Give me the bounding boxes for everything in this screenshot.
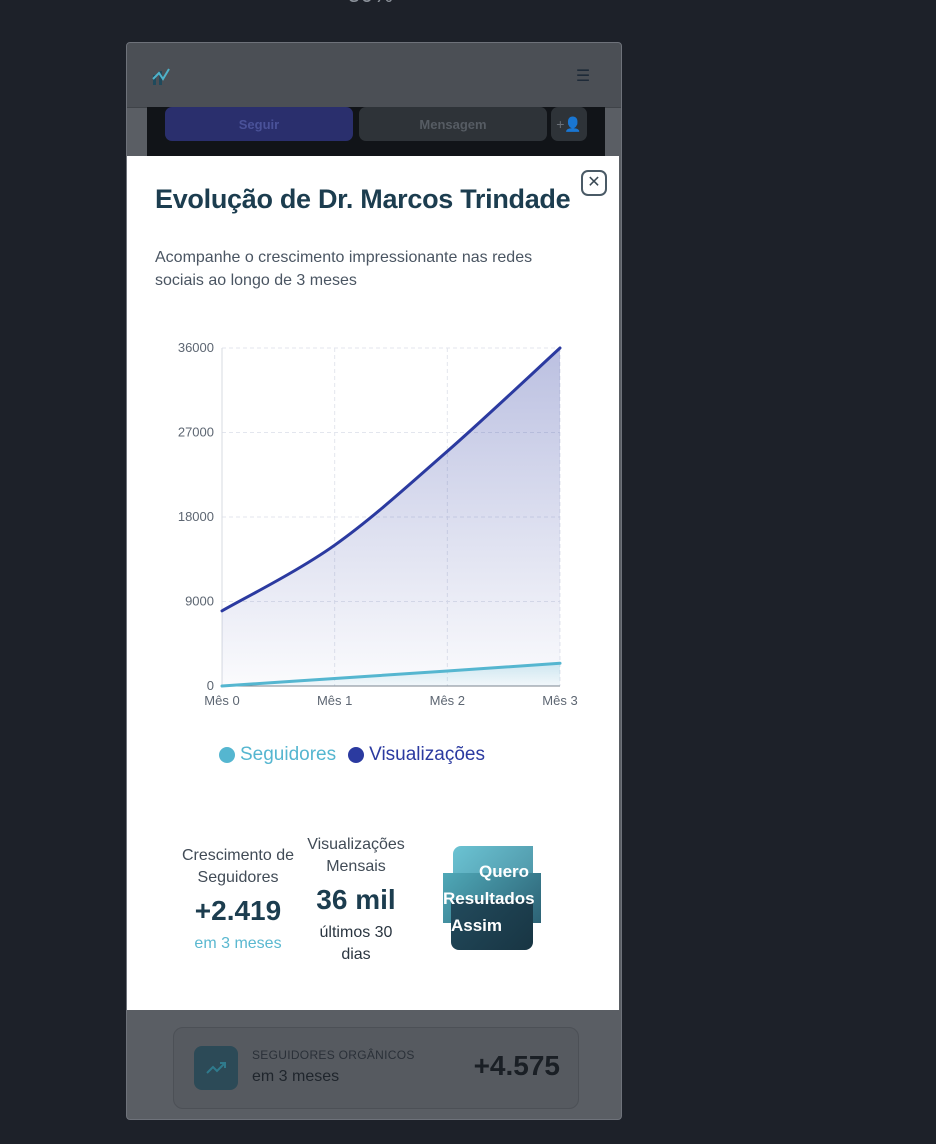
views-stat: Visualizações Mensais 36 mil últimos 30 … xyxy=(297,834,415,966)
legend-dot-visualizacoes xyxy=(348,747,365,763)
results-cta-button[interactable]: Quero Resultados Assim xyxy=(443,846,543,954)
cta-text-line2: Resultados xyxy=(443,889,535,908)
y-tick-label: 0 xyxy=(207,678,214,693)
y-tick-label: 9000 xyxy=(185,594,214,609)
hamburger-menu-icon[interactable]: ☰ xyxy=(573,67,593,87)
cta-text-line3: Assim xyxy=(451,916,503,935)
y-tick-label: 18000 xyxy=(178,509,214,524)
follow-button[interactable]: Seguir xyxy=(165,107,353,141)
legend-dot-seguidores xyxy=(219,747,235,763)
views-stat-label-1: Visualizações xyxy=(307,836,405,853)
views-stat-sub-1: últimos 30 xyxy=(319,924,393,941)
trending-up-icon xyxy=(206,1062,226,1074)
top-percent-indicator: 50% xyxy=(348,0,408,12)
growth-chart: 0 9000 18000 27000 36000 Mês 0 Mês 1 Mês 2 Mês 3 xyxy=(178,340,578,706)
views-stat-sub-2: dias xyxy=(341,946,371,963)
legend-item-visualizacoes[interactable]: Visualizações xyxy=(348,744,485,766)
followers-stat-value: +2.419 xyxy=(194,895,282,926)
views-stat-label-2: Mensais xyxy=(326,858,386,875)
modal-description: Acompanhe o crescimento impressionante n… xyxy=(155,249,533,289)
card-label: SEGUIDORES ORGÂNICOS xyxy=(252,1048,415,1062)
add-user-button[interactable]: +👤 xyxy=(551,107,587,141)
legend-label-visualizacoes: Visualizações xyxy=(369,744,485,765)
legend-item-seguidores[interactable]: Seguidores xyxy=(219,744,336,766)
y-tick-label: 36000 xyxy=(178,340,214,355)
followers-stat-sub: em 3 meses xyxy=(194,935,282,952)
followers-stat: Crescimento de Seguidores +2.419 em 3 me… xyxy=(175,845,301,955)
followers-stat-label-2: Seguidores xyxy=(197,869,279,886)
app-navbar: ☰ xyxy=(127,43,621,108)
chart-logo-icon[interactable] xyxy=(151,67,171,87)
organic-followers-card: SEGUIDORES ORGÂNICOS em 3 meses +4.575 xyxy=(173,1027,579,1109)
cta-text-line1: Quero xyxy=(479,862,530,881)
trend-box xyxy=(194,1046,238,1090)
x-tick-label: Mês 0 xyxy=(204,693,239,706)
card-value: +4.575 xyxy=(473,1050,560,1081)
followers-stat-label-1: Crescimento de xyxy=(181,847,295,864)
y-tick-label: 27000 xyxy=(178,425,214,440)
message-button[interactable]: Mensagem xyxy=(359,107,547,141)
card-sub: em 3 meses xyxy=(252,1068,340,1085)
evolution-modal: ✕ Evolução de Dr. Marcos Trindade Acompa… xyxy=(127,156,619,1010)
x-tick-label: Mês 2 xyxy=(430,693,465,706)
modal-title: Evolução de Dr. Marcos Trindade xyxy=(155,184,571,214)
add-user-icon: +👤 xyxy=(556,115,582,132)
legend-label-seguidores: Seguidores xyxy=(240,744,337,765)
x-tick-label: Mês 1 xyxy=(317,693,352,706)
chart-legend: Seguidores Visualizações xyxy=(219,744,485,766)
x-tick-label: Mês 3 xyxy=(542,693,577,706)
views-stat-value: 36 mil xyxy=(316,884,396,915)
